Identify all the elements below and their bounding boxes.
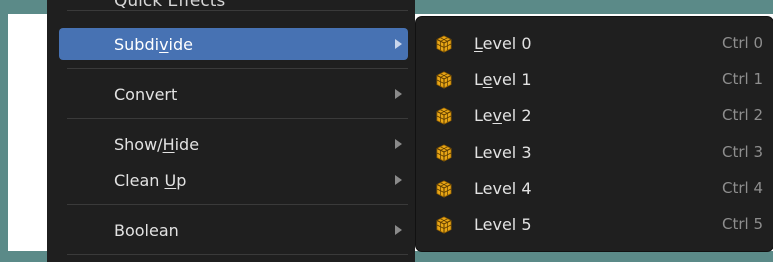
menu-item-label: Convert — [114, 84, 178, 104]
menu-item-boolean[interactable]: Boolean — [59, 214, 408, 246]
submenu-item-level-5[interactable]: Level 5 Ctrl 5 — [416, 209, 773, 241]
submenu-item-level-4[interactable]: Level 4 Ctrl 4 — [416, 173, 773, 205]
submenu-item-level-0[interactable]: Level 0 Ctrl 0 — [416, 28, 773, 60]
submenu-item-level-2[interactable]: Level 2 Ctrl 2 — [416, 100, 773, 132]
subdivision-cube-icon — [436, 107, 452, 125]
shortcut-hint: Ctrl 4 — [721, 179, 763, 197]
submenu-item-label: Level 3 — [474, 143, 532, 162]
shortcut-hint: Ctrl 3 — [721, 143, 763, 161]
viewport-left-edge — [0, 0, 8, 262]
submenu-arrow-icon — [395, 175, 402, 185]
submenu-item-label: Level 5 — [474, 215, 532, 234]
submenu-item-label: Level 2 — [474, 106, 532, 125]
menu-separator — [67, 10, 408, 11]
subdivision-cube-icon — [436, 35, 452, 53]
subdivision-cube-icon — [436, 71, 452, 89]
menu-separator — [67, 68, 408, 69]
menu-separator — [67, 254, 408, 255]
shortcut-hint: Ctrl 2 — [721, 106, 763, 124]
menu-item-label: Show/Hide — [114, 134, 200, 154]
menu-item-clean-up[interactable]: Clean Up — [59, 164, 408, 196]
subdivision-cube-icon — [436, 144, 452, 162]
subdivision-cube-icon — [436, 180, 452, 198]
submenu-arrow-icon — [395, 139, 402, 149]
menu-item-convert[interactable]: Convert — [59, 78, 408, 110]
menu-item-label: Subdivide — [114, 34, 193, 54]
menu-item-label: Boolean — [114, 220, 179, 240]
submenu-item-label: Level 0 — [474, 34, 532, 53]
shortcut-hint: Ctrl 0 — [721, 34, 763, 52]
viewport-background: Quick Effects Subdivide Convert Show/Hid… — [0, 0, 773, 262]
subdivide-submenu: Level 0 Ctrl 0 Level 1 Ctrl 1 Level 2 Ct… — [416, 17, 773, 251]
submenu-arrow-icon — [395, 225, 402, 235]
submenu-arrow-icon — [395, 89, 402, 99]
submenu-arrow-icon — [395, 39, 402, 49]
submenu-item-level-1[interactable]: Level 1 Ctrl 1 — [416, 64, 773, 96]
menu-separator — [67, 118, 408, 119]
shortcut-hint: Ctrl 1 — [721, 70, 763, 88]
menu-separator — [67, 204, 408, 205]
menu-item-subdivide[interactable]: Subdivide — [59, 28, 408, 60]
menu-item-show-hide[interactable]: Show/Hide — [59, 128, 408, 160]
shortcut-hint: Ctrl 5 — [721, 215, 763, 233]
submenu-item-label: Level 4 — [474, 179, 532, 198]
subdivision-cube-icon — [436, 216, 452, 234]
submenu-item-level-3[interactable]: Level 3 Ctrl 3 — [416, 137, 773, 169]
menu-item-label: Clean Up — [114, 170, 187, 190]
submenu-item-label: Level 1 — [474, 70, 532, 89]
